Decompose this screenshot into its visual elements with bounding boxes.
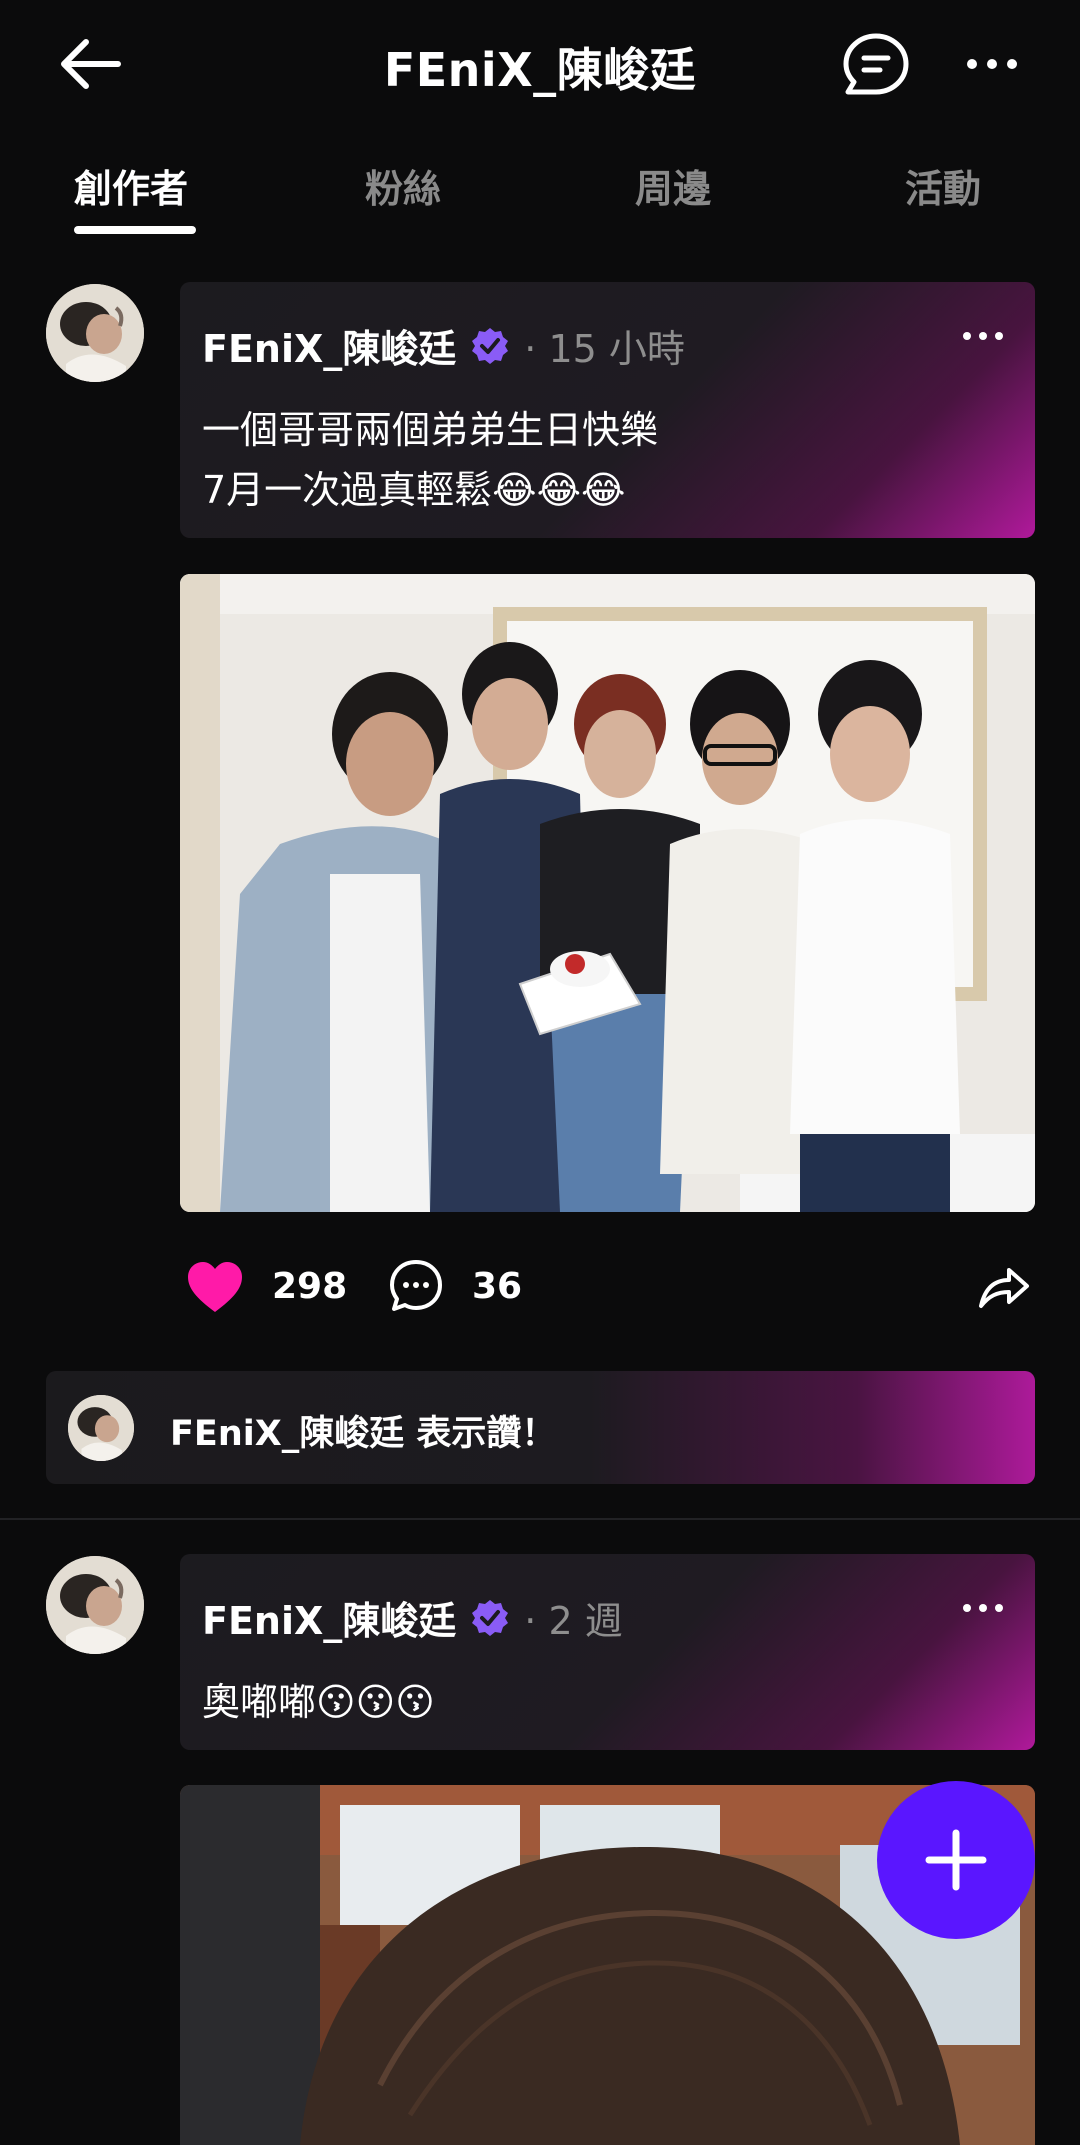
tab-merch[interactable]: 周邊: [635, 158, 711, 213]
post-author[interactable]: FEniX_陳峻廷: [202, 1590, 456, 1645]
post-text: 奧嘟嘟😗😗😗: [202, 1680, 435, 1724]
post-more-icon[interactable]: [961, 326, 1005, 346]
post-time: · 2 週: [524, 1599, 623, 1643]
post-header: FEniX_陳峻廷 · 2 週: [202, 1590, 623, 1645]
post-actions: 298 36: [180, 1254, 1035, 1324]
post-more-icon[interactable]: [961, 1598, 1005, 1618]
verified-badge-icon: [472, 1599, 509, 1636]
tab-bar: 創作者 粉絲 周邊 活動: [0, 140, 1080, 240]
chat-bubble-icon[interactable]: [842, 32, 910, 96]
heart-icon[interactable]: [186, 1260, 244, 1314]
post-photo[interactable]: [180, 574, 1035, 1212]
avatar[interactable]: [46, 1556, 144, 1654]
tab-creator[interactable]: 創作者: [74, 158, 188, 213]
avatar: [68, 1395, 134, 1461]
top-bar: FEniX_陳峻廷: [0, 0, 1080, 130]
create-post-button[interactable]: [877, 1781, 1035, 1939]
liked-by-banner[interactable]: FEniX_陳峻廷 表示讚！: [46, 1371, 1035, 1484]
post-author[interactable]: FEniX_陳峻廷: [202, 318, 456, 373]
plus-icon: [925, 1829, 987, 1891]
group-photo-image: [180, 574, 1035, 1212]
comment-icon[interactable]: [388, 1258, 444, 1314]
verified-badge-icon: [472, 327, 509, 364]
post-text: 一個哥哥兩個弟弟生日快樂 7月一次過真輕鬆😂😂😂: [202, 408, 659, 512]
tab-events[interactable]: 活動: [905, 158, 981, 213]
tab-fans[interactable]: 粉絲: [365, 158, 441, 213]
post-card: FEniX_陳峻廷 · 15 小時 一個哥哥兩個弟弟生日快樂 7月一次過真輕鬆😂…: [180, 282, 1035, 538]
post-time: · 15 小時: [524, 327, 685, 371]
avatar[interactable]: [46, 284, 144, 382]
more-horizontal-icon[interactable]: [962, 44, 1022, 84]
post-header: FEniX_陳峻廷 · 15 小時: [202, 318, 685, 373]
like-count: 298: [272, 1266, 348, 1307]
comment-count: 36: [472, 1266, 523, 1307]
share-icon[interactable]: [977, 1260, 1031, 1310]
page-title: FEniX_陳峻廷: [383, 43, 697, 97]
divider: [0, 1518, 1080, 1520]
active-tab-indicator: [74, 226, 196, 234]
post-card: FEniX_陳峻廷 · 2 週 奧嘟嘟😗😗😗: [180, 1554, 1035, 1750]
liked-by-text: FEniX_陳峻廷 表示讚！: [170, 1414, 557, 1454]
